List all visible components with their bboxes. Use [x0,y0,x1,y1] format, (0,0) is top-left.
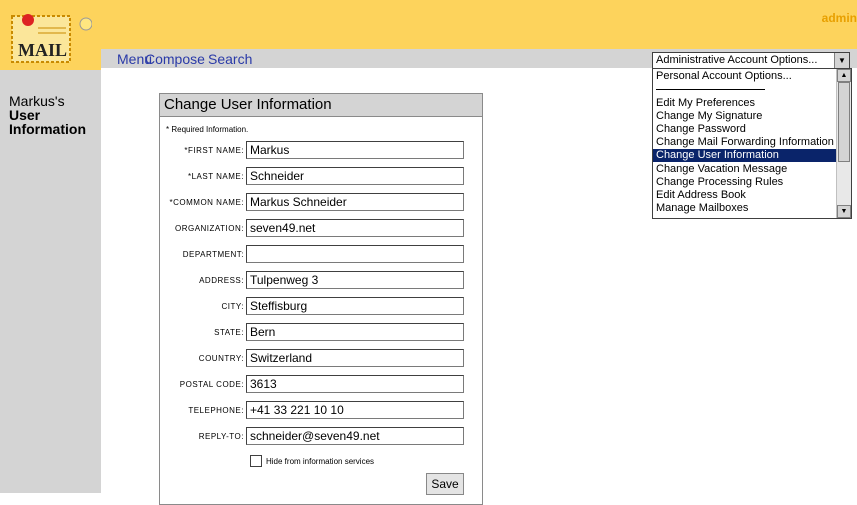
state-input[interactable]: Bern [246,323,464,341]
context-title-1: User [9,107,41,123]
scroll-up-icon[interactable]: ▲ [837,69,851,82]
required-note: * Required Information. [166,125,249,134]
field-reply-to: REPLY-TO: schneider@seven49.net [160,427,482,447]
option-change-password[interactable]: Change Password [656,123,746,136]
first-name-input[interactable]: Markus [246,141,464,159]
admin-label: admin [821,11,857,25]
option-change-user-info[interactable]: Change User Information [653,149,839,162]
option-processing-rules[interactable]: Change Processing Rules [656,176,783,189]
account-options-list[interactable]: Personal Account Options... Edit My Pref… [652,68,852,219]
field-state: STATE: Bern [160,323,482,343]
field-country: COUNTRY: Switzerland [160,349,482,369]
country-input[interactable]: Switzerland [246,349,464,367]
list-scrollbar[interactable]: ▲ ▼ [836,69,851,218]
search-link[interactable]: Search [208,51,252,67]
compose-link[interactable]: Compose [145,51,205,67]
scroll-down-icon[interactable]: ▼ [837,205,851,218]
field-last-name: *LAST NAME: Schneider [160,167,482,187]
option-vacation-message[interactable]: Change Vacation Message [656,163,787,176]
scroll-thumb[interactable] [838,82,850,162]
field-first-name: *FIRST NAME: Markus [160,141,482,161]
option-manage-mailboxes[interactable]: Manage Mailboxes [656,202,748,215]
field-postal-code: POSTAL CODE: 3613 [160,375,482,395]
option-change-signature[interactable]: Change My Signature [656,110,762,123]
context-title-2: Information [9,121,86,137]
save-button[interactable]: Save [426,473,464,495]
reply-to-input[interactable]: schneider@seven49.net [246,427,464,445]
field-common-name: *COMMON NAME: Markus Schneider [160,193,482,213]
address-input[interactable]: Tulpenweg 3 [246,271,464,289]
context-owner: Markus's [9,93,65,109]
option-address-book[interactable]: Edit Address Book [656,189,746,202]
hide-checkbox-label: Hide from information services [266,457,375,466]
field-telephone: TELEPHONE: +41 33 221 10 10 [160,401,482,421]
page-context: Markus's User Information [9,94,86,136]
field-organization: ORGANIZATION: seven49.net [160,219,482,239]
account-options-select[interactable]: Administrative Account Options... ▼ [652,52,850,69]
department-input[interactable] [246,245,464,263]
option-edit-preferences[interactable]: Edit My Preferences [656,97,755,110]
user-info-form: Change User Information * Required Infor… [159,93,483,505]
last-name-input[interactable]: Schneider [246,167,464,185]
field-department: DEPARTMENT: [160,245,482,265]
common-name-input[interactable]: Markus Schneider [246,193,464,211]
option-separator [656,89,765,90]
imail-logo[interactable]: MAIL [6,4,92,70]
option-personal-account[interactable]: Personal Account Options... [656,70,792,83]
top-banner: admin [0,0,857,49]
form-title: Change User Information [160,94,482,117]
option-mail-forwarding[interactable]: Change Mail Forwarding Information [656,136,834,149]
city-input[interactable]: Steffisburg [246,297,464,315]
organization-input[interactable]: seven49.net [246,219,464,237]
field-city: CITY: Steffisburg [160,297,482,317]
field-address: ADDRESS: Tulpenweg 3 [160,271,482,291]
telephone-input[interactable]: +41 33 221 10 10 [246,401,464,419]
hide-checkbox[interactable] [250,455,262,467]
select-value: Administrative Account Options... [656,54,818,66]
logo-text: MAIL [18,40,67,60]
postal-code-input[interactable]: 3613 [246,375,464,393]
chevron-down-icon[interactable]: ▼ [834,53,849,68]
